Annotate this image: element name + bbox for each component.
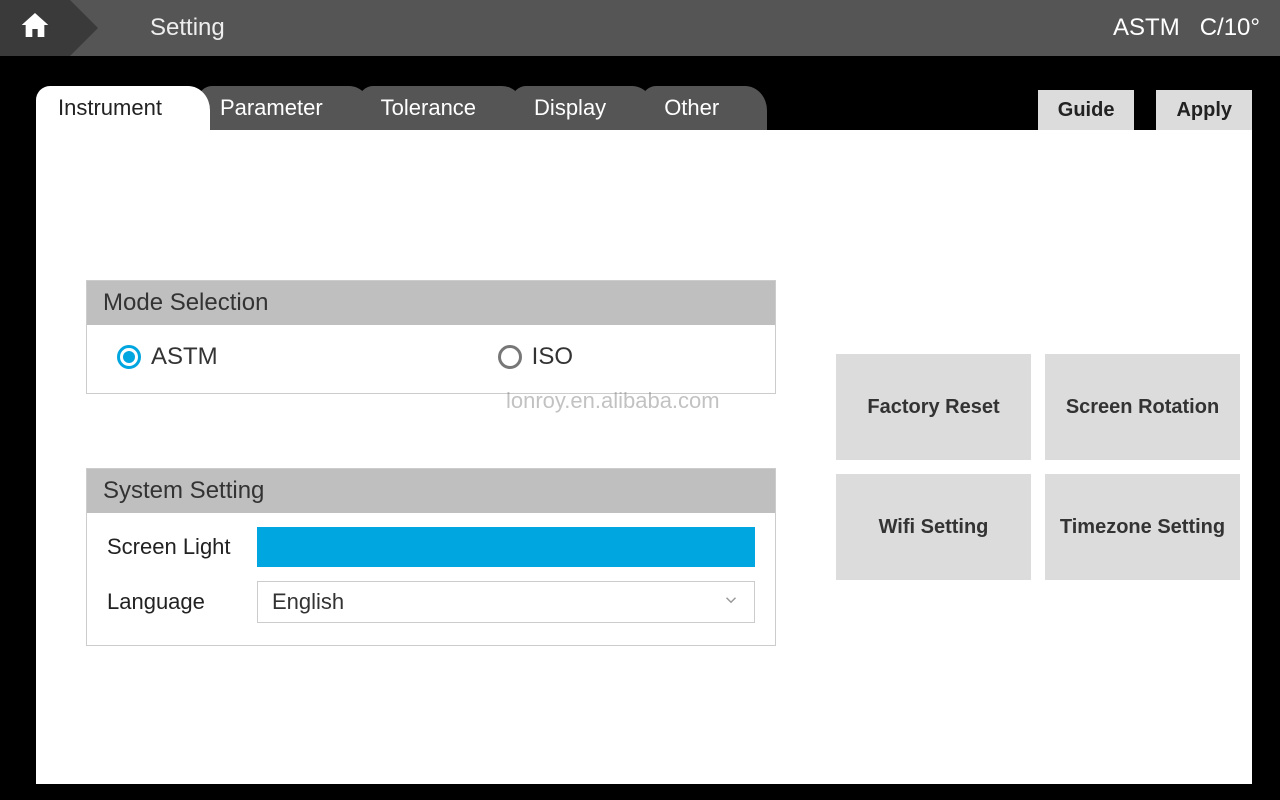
tab-tolerance[interactable]: Tolerance: [359, 86, 502, 130]
tab-label: Tolerance: [381, 95, 476, 121]
tab-instrument[interactable]: Instrument: [36, 86, 188, 130]
home-icon: [19, 9, 51, 48]
mode-option-iso[interactable]: ISO: [498, 343, 573, 371]
angle-badge: C/10°: [1200, 14, 1260, 42]
tab-bar: Instrument Parameter Tolerance Display O…: [36, 86, 1038, 130]
system-setting-card: System Setting Screen Light Language Eng…: [86, 468, 776, 646]
guide-button[interactable]: Guide: [1038, 90, 1135, 130]
system-setting-title: System Setting: [87, 469, 775, 513]
tab-parameter[interactable]: Parameter: [198, 86, 349, 130]
language-value: English: [272, 589, 344, 615]
radio-label: ISO: [532, 343, 573, 371]
tab-label: Display: [534, 95, 606, 121]
screen-light-label: Screen Light: [107, 534, 257, 560]
language-select[interactable]: English: [257, 581, 755, 623]
mode-selection-card: Mode Selection ASTM ISO: [86, 280, 776, 394]
page-title: Setting: [150, 14, 225, 42]
header-bar: Setting ASTM C/10°: [0, 0, 1280, 56]
mode-selection-title: Mode Selection: [87, 281, 775, 325]
radio-label: ASTM: [151, 343, 218, 371]
apply-button[interactable]: Apply: [1156, 90, 1252, 130]
tab-label: Instrument: [58, 95, 162, 121]
screen-light-slider[interactable]: [257, 527, 755, 567]
mode-badge: ASTM: [1113, 14, 1180, 42]
chevron-down-icon: [722, 589, 740, 615]
timezone-setting-button[interactable]: Timezone Setting: [1045, 474, 1240, 580]
radio-icon: [498, 345, 522, 369]
language-label: Language: [107, 589, 257, 615]
home-button[interactable]: [0, 0, 70, 56]
tab-label: Parameter: [220, 95, 323, 121]
tab-other[interactable]: Other: [642, 86, 745, 130]
side-button-grid: Factory Reset Screen Rotation Wifi Setti…: [836, 354, 1240, 580]
tab-label: Other: [664, 95, 719, 121]
tab-display[interactable]: Display: [512, 86, 632, 130]
screen-rotation-button[interactable]: Screen Rotation: [1045, 354, 1240, 460]
mode-option-astm[interactable]: ASTM: [117, 343, 218, 371]
content-panel: Mode Selection ASTM ISO System Setting S…: [36, 130, 1252, 784]
radio-icon: [117, 345, 141, 369]
factory-reset-button[interactable]: Factory Reset: [836, 354, 1031, 460]
wifi-setting-button[interactable]: Wifi Setting: [836, 474, 1031, 580]
